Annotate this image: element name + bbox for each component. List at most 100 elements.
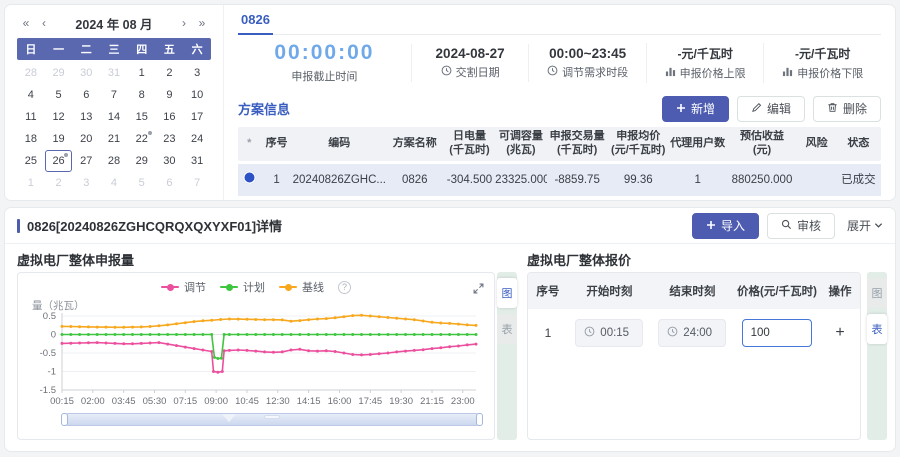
svg-text:-1.5: -1.5 (40, 385, 56, 396)
calendar-day[interactable]: 6 (156, 172, 184, 194)
calendar-day[interactable]: 10 (183, 84, 211, 106)
weekday-label: 三 (100, 41, 128, 57)
start-time-picker[interactable]: 00:15 (575, 319, 643, 347)
calendar-day[interactable]: 1 (17, 172, 45, 194)
calendar-day[interactable]: 28 (17, 62, 45, 84)
svg-text:16:00: 16:00 (328, 396, 352, 407)
calendar-day[interactable]: 1 (128, 62, 156, 84)
calendar-day[interactable]: 31 (100, 62, 128, 84)
prev-month-button[interactable]: ‹ (35, 16, 53, 30)
column-header-agent-count: 代理用户数 (669, 137, 727, 151)
calendar-day[interactable]: 22 (128, 128, 156, 150)
calendar-day[interactable]: 29 (128, 150, 156, 172)
calendar-day-selected[interactable]: 26 (45, 150, 73, 172)
quote-table-header: 序号开始时刻结束时刻价格(元/千瓦时)操作 (528, 273, 860, 309)
table-row[interactable]: 120240826ZGHC...0826-304.50023325.000-88… (238, 164, 881, 196)
add-button[interactable]: 新增 (662, 96, 729, 122)
end-time-value: 24:00 (683, 327, 712, 339)
view-tab-chart[interactable]: 图 (867, 278, 887, 308)
calendar-day[interactable]: 29 (45, 62, 73, 84)
svg-text:19:30: 19:30 (389, 396, 413, 407)
calendar-day[interactable]: 30 (156, 150, 184, 172)
row-radio-selected[interactable] (243, 171, 256, 184)
svg-text:03:45: 03:45 (112, 396, 136, 407)
legend-item-基线[interactable]: 基线 (279, 279, 324, 295)
calendar-day[interactable]: 3 (72, 172, 100, 194)
calendar-day[interactable]: 28 (100, 150, 128, 172)
calendar-day[interactable]: 18 (17, 128, 45, 150)
delete-button[interactable]: 删除 (813, 96, 881, 122)
quote-table: 序号开始时刻结束时刻价格(元/千瓦时)操作 1 00:15 24:00 + (527, 272, 861, 440)
chevron-down-icon (874, 219, 883, 233)
calendar-day[interactable]: 9 (156, 84, 184, 106)
detail-title: 0826[20240826ZGHCQRQXQXYXF01]详情 (27, 216, 692, 235)
calendar-day[interactable]: 7 (183, 172, 211, 194)
end-time-picker[interactable]: 24:00 (658, 319, 726, 347)
legend-label: 计划 (243, 279, 265, 295)
view-tab-table[interactable]: 表 (497, 314, 517, 344)
calendar-day[interactable]: 15 (128, 106, 156, 128)
datazoom-grip[interactable] (264, 415, 280, 419)
calendar-day[interactable]: 5 (45, 84, 73, 106)
price-input[interactable] (742, 319, 813, 347)
datazoom-slider[interactable] (62, 413, 482, 426)
svg-text:23:00: 23:00 (451, 396, 475, 407)
svg-text:14:15: 14:15 (297, 396, 321, 407)
calendar-day[interactable]: 31 (183, 150, 211, 172)
stat-label: 交割日期 (456, 64, 500, 80)
tab-0826[interactable]: 0826 (238, 12, 273, 35)
calendar-day[interactable]: 21 (100, 128, 128, 150)
calendar-day[interactable]: 4 (17, 84, 45, 106)
legend-marker (161, 286, 179, 288)
edit-button-label: 编辑 (767, 100, 791, 117)
datazoom-right-handle[interactable] (476, 413, 483, 426)
calendar-day[interactable]: 23 (156, 128, 184, 150)
calendar-day[interactable]: 20 (72, 128, 100, 150)
calendar-day[interactable]: 30 (72, 62, 100, 84)
review-button[interactable]: 审核 (767, 213, 835, 239)
datazoom-data-silhouette (222, 414, 236, 422)
calendar-day[interactable]: 16 (156, 106, 184, 128)
legend-marker (279, 286, 297, 288)
calendar-day[interactable]: 8 (128, 84, 156, 106)
delete-button-label: 删除 (843, 100, 867, 117)
fullscreen-icon[interactable] (473, 281, 484, 299)
expand-toggle[interactable]: 展开 (847, 217, 883, 234)
legend-item-计划[interactable]: 计划 (220, 279, 265, 295)
cell-seq: 1 (261, 173, 293, 187)
plan-table-header: *序号编码方案名称日电量(千瓦时)可调容量(兆瓦)申报交易量(千瓦时)申报均价(… (238, 127, 881, 161)
column-header-est-revenue: 预估收益(元) (727, 130, 798, 158)
import-button[interactable]: 导入 (692, 213, 759, 239)
weekday-label: 四 (128, 41, 156, 57)
calendar-day[interactable]: 5 (128, 172, 156, 194)
calendar-day[interactable]: 2 (45, 172, 73, 194)
column-header-avg-price: 申报均价(元/千瓦时) (608, 130, 669, 158)
calendar-day[interactable]: 14 (100, 106, 128, 128)
calendar-day[interactable]: 7 (100, 84, 128, 106)
calendar-day[interactable]: 24 (183, 128, 211, 150)
calendar-day[interactable]: 6 (72, 84, 100, 106)
datazoom-left-handle[interactable] (61, 413, 68, 426)
prev-year-button[interactable]: « (17, 16, 35, 30)
svg-text:02:00: 02:00 (81, 396, 105, 407)
calendar-day[interactable]: 2 (156, 62, 184, 84)
column-header-adjustable-capacity: 可调容量(兆瓦) (495, 130, 546, 158)
view-tab-chart[interactable]: 图 (497, 278, 517, 308)
calendar-day[interactable]: 13 (72, 106, 100, 128)
next-year-button[interactable]: » (193, 16, 211, 30)
quote-column-header: 操作 (820, 283, 860, 299)
calendar-day[interactable]: 19 (45, 128, 73, 150)
calendar-day[interactable]: 17 (183, 106, 211, 128)
calendar-day[interactable]: 11 (17, 106, 45, 128)
calendar-day[interactable]: 3 (183, 62, 211, 84)
help-icon: ? (338, 281, 351, 294)
edit-button[interactable]: 编辑 (737, 96, 805, 122)
view-tab-table[interactable]: 表 (867, 314, 887, 344)
calendar-day[interactable]: 12 (45, 106, 73, 128)
calendar-day[interactable]: 25 (17, 150, 45, 172)
legend-item-调节[interactable]: 调节 (161, 279, 206, 295)
add-row-button[interactable]: + (835, 324, 844, 341)
calendar-day[interactable]: 4 (100, 172, 128, 194)
calendar-day[interactable]: 27 (72, 150, 100, 172)
next-month-button[interactable]: › (175, 16, 193, 30)
